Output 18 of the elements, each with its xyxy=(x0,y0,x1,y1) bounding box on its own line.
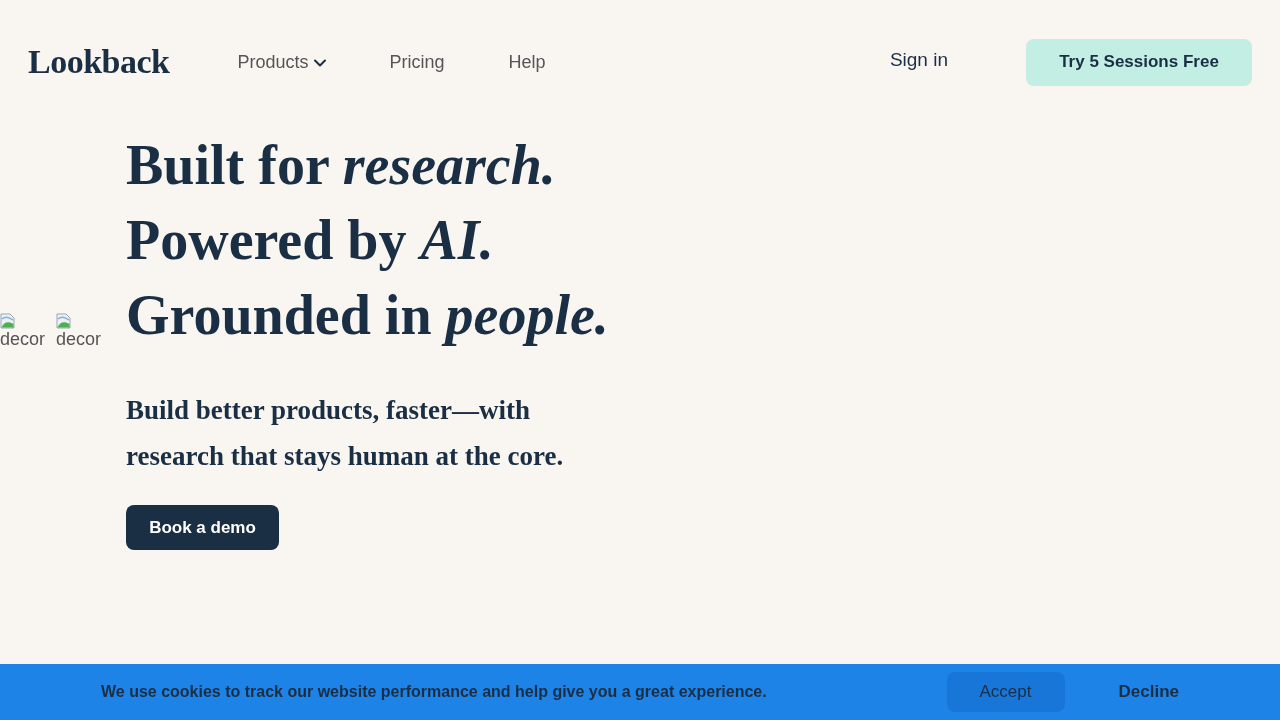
broken-image-icon xyxy=(0,313,16,329)
chevron-down-icon xyxy=(313,59,326,67)
products-menu[interactable]: Products xyxy=(237,48,326,76)
try-free-button[interactable]: Try 5 Sessions Free xyxy=(1026,38,1252,86)
nav-link[interactable]: Pricing xyxy=(389,48,445,76)
image-alt-text: decor xyxy=(0,329,46,349)
image-alt-text: decor xyxy=(56,329,102,349)
book-demo-button[interactable]: Book a demo xyxy=(126,505,279,550)
broken-image-icon xyxy=(56,313,72,329)
decline-button[interactable]: Decline xyxy=(1118,679,1179,705)
headline-line: Built for research. xyxy=(126,133,556,198)
sign-in-link[interactable]: Sign in xyxy=(889,45,948,75)
headline-line: Grounded in people. xyxy=(126,283,609,348)
headline-line: Powered by AI. xyxy=(126,208,494,273)
cookie-message: We use cookies to track our website performance and help give you a great experience. xyxy=(101,682,767,702)
nav-link[interactable]: Help xyxy=(508,48,546,76)
logo[interactable]: Lookback xyxy=(28,45,170,79)
hero-subheading: Build better products, faster—with research that stays human at the core. xyxy=(126,394,565,473)
